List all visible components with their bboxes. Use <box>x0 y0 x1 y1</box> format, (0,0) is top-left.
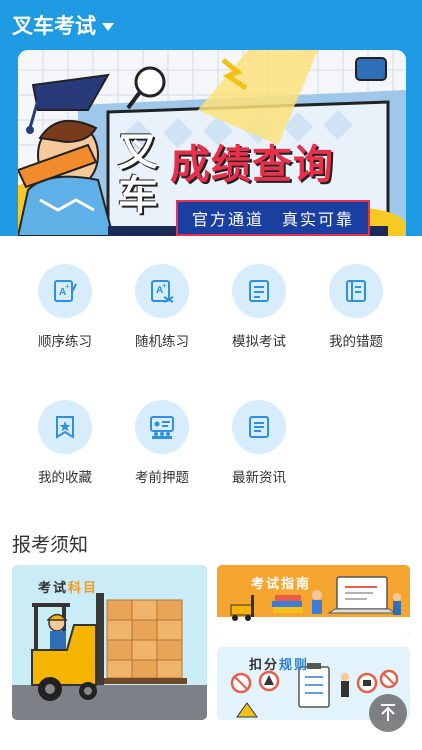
score-query-banner[interactable]: 叉车 成绩查询 官方通道 真实可靠 <box>18 50 406 236</box>
card-exam-subjects-label: 考试科目 <box>38 580 99 595</box>
grid-item-label: 顺序练习 <box>38 334 92 349</box>
grid-item-label: 模拟考试 <box>232 334 286 349</box>
grid-item-label: 我的错题 <box>329 334 383 349</box>
pre-exam-questions-icon <box>135 400 189 454</box>
section-title-exam-notice: 报考须知 <box>12 535 89 556</box>
grid-item-random-practice[interactable]: A + 随机练习 <box>117 264 207 350</box>
card-exam-guide-label: 考试指南 <box>251 576 312 591</box>
grid-item-news[interactable]: 最新资讯 <box>214 400 304 486</box>
grid-item-mock-exam[interactable]: 模拟考试 <box>214 264 304 350</box>
random-practice-icon: A + <box>135 264 189 318</box>
grid-item-label: 随机练习 <box>135 334 189 349</box>
wrong-questions-icon <box>329 264 383 318</box>
header-title: 叉车考试 <box>12 15 96 38</box>
sequential-practice-icon: A + <box>38 264 92 318</box>
svg-text:+: + <box>162 281 167 290</box>
grid-item-label: 考前押题 <box>135 470 189 485</box>
card-exam-subjects[interactable]: 考试科目 <box>12 565 207 720</box>
grid-item-wrong-questions[interactable]: 我的错题 <box>311 264 401 350</box>
mock-exam-icon <box>232 264 286 318</box>
favorites-icon <box>38 400 92 454</box>
svg-text:+: + <box>65 282 70 291</box>
exam-guide-illustration <box>217 565 410 637</box>
card-deduction-rules-label: 扣分规则 <box>249 657 310 672</box>
card-exam-guide[interactable]: 考试指南 <box>217 565 410 637</box>
banner-title: 成绩查询 <box>170 143 334 187</box>
dropdown-caret-icon <box>102 22 114 31</box>
news-icon <box>232 400 286 454</box>
grid-item-pre-exam-questions[interactable]: 考前押题 <box>117 400 207 486</box>
grid-item-favorites[interactable]: 我的收藏 <box>20 400 110 486</box>
grid-item-label: 最新资讯 <box>232 470 286 485</box>
grid-item-label: 我的收藏 <box>38 470 92 485</box>
banner-subtitle: 官方通道 真实可靠 <box>176 200 371 236</box>
exam-type-selector[interactable]: 叉车考试 <box>12 10 114 40</box>
back-to-top-button[interactable] <box>369 694 407 732</box>
banner-forklift-chars: 叉车 <box>118 130 158 218</box>
arrow-up-icon <box>381 704 395 721</box>
grid-item-sequential-practice[interactable]: A + 顺序练习 <box>20 264 110 350</box>
